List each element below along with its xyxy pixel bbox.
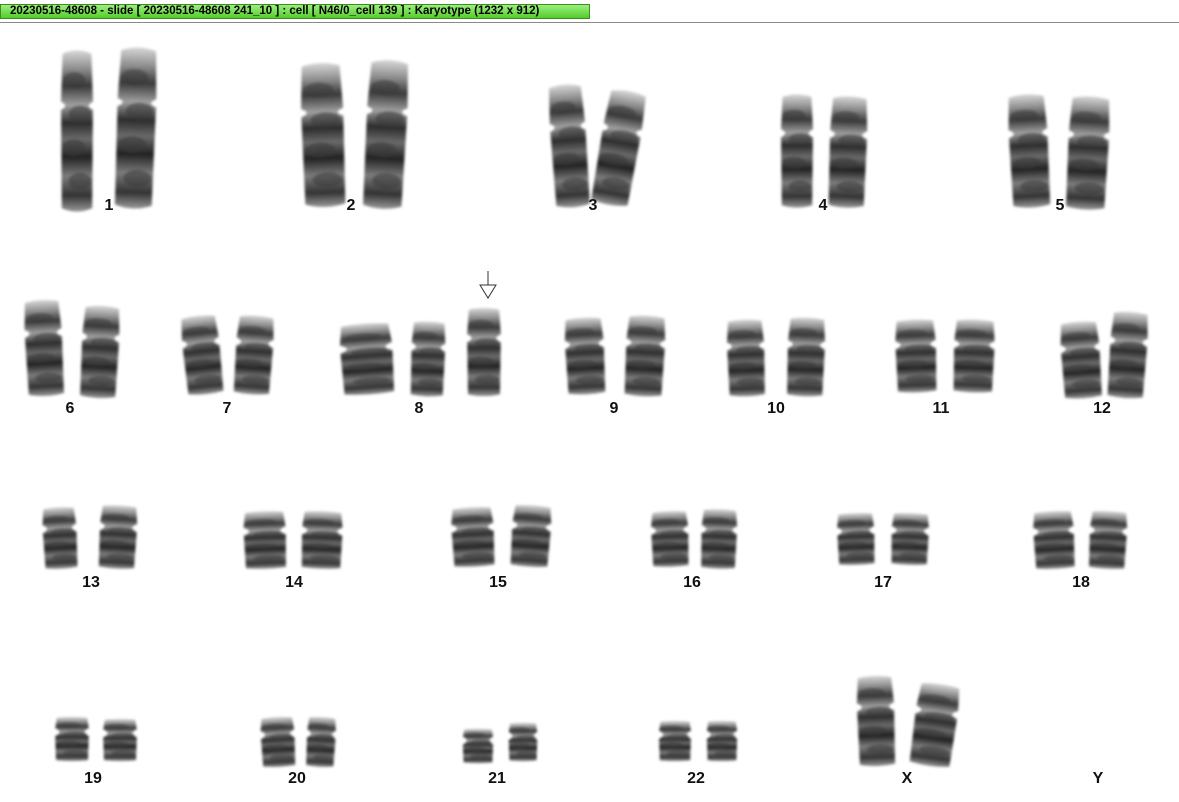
- chromosome-label-17: 17: [874, 574, 892, 591]
- chromosome-19-2[interactable]: [100, 718, 140, 762]
- chromosome-label-14: 14: [285, 574, 303, 591]
- chromosome-5-1[interactable]: [1003, 91, 1055, 211]
- chromosome-5-2[interactable]: [1061, 93, 1115, 213]
- chromosome-label-20: 20: [288, 770, 306, 787]
- chromosome-4-2[interactable]: [824, 93, 872, 210]
- chromosome-6-1[interactable]: [19, 297, 68, 399]
- chromosome-15-1[interactable]: [446, 505, 499, 570]
- chromosome-12-1[interactable]: [1055, 318, 1106, 401]
- chromosome-X-1[interactable]: [852, 673, 899, 768]
- chromosome-18-2[interactable]: [1084, 509, 1131, 571]
- chromosome-label-8: 8: [414, 400, 424, 417]
- chromosome-22-1[interactable]: [656, 720, 694, 762]
- chromosome-label-9: 9: [609, 400, 619, 417]
- chromosome-11-2[interactable]: [949, 317, 1000, 395]
- chromosome-3-2[interactable]: [586, 85, 652, 211]
- chromosome-label-2: 2: [346, 197, 356, 214]
- chromosome-14-1[interactable]: [239, 509, 291, 571]
- karyotype-canvas[interactable]: 1 2 3 4 5 6 7 8 9 10 11 12 13 14 15 16 17 18 19 20 21 22 X Y: [0, 22, 1179, 802]
- chromosome-9-1[interactable]: [560, 315, 610, 397]
- chromosome-17-2[interactable]: [887, 511, 933, 567]
- chromosome-4-1[interactable]: [778, 92, 816, 210]
- chromosome-1-1[interactable]: [58, 47, 96, 215]
- chromosome-18-1[interactable]: [1028, 509, 1079, 571]
- chromosome-14-2[interactable]: [297, 509, 347, 571]
- chromosome-9-2[interactable]: [620, 313, 670, 399]
- chromosome-16-2[interactable]: [697, 507, 741, 570]
- chromosome-10-1[interactable]: [723, 317, 770, 398]
- title-bar: 20230516-48608 - slide [ 20230516-48608 …: [0, 0, 1179, 23]
- chromosome-label-18: 18: [1072, 574, 1090, 591]
- chromosome-label-10: 10: [767, 400, 785, 417]
- chromosome-10-2[interactable]: [783, 315, 830, 398]
- chromosome-15-2[interactable]: [506, 502, 556, 569]
- chromosome-label-5: 5: [1055, 197, 1065, 214]
- chromosome-label-6: 6: [65, 400, 75, 417]
- chromosome-21-2[interactable]: [506, 722, 540, 762]
- chromosome-2-1[interactable]: [295, 59, 350, 211]
- chromosome-21-1[interactable]: [460, 728, 496, 764]
- chromosome-11-1[interactable]: [891, 317, 942, 395]
- chromosome-20-2[interactable]: [303, 715, 340, 769]
- chromosome-label-Y: Y: [1092, 770, 1104, 787]
- chromosome-label-7: 7: [222, 400, 232, 417]
- chromosome-8-2[interactable]: [407, 319, 450, 398]
- chromosome-1-2[interactable]: [110, 43, 162, 213]
- chromosome-label-11: 11: [932, 400, 950, 417]
- chromosome-label-13: 13: [82, 574, 100, 591]
- chromosome-17-1[interactable]: [833, 511, 879, 567]
- chromosome-7-2[interactable]: [229, 313, 279, 398]
- chromosome-label-15: 15: [489, 574, 507, 591]
- chromosome-label-19: 19: [84, 770, 102, 787]
- down-arrow-icon[interactable]: [478, 270, 498, 300]
- chromosome-12-2[interactable]: [1103, 309, 1153, 402]
- chromosome-label-21: 21: [488, 770, 506, 787]
- chromosome-label-16: 16: [683, 574, 701, 591]
- chromosome-20-1[interactable]: [257, 715, 300, 769]
- chromosome-2-2[interactable]: [358, 56, 414, 213]
- chromosome-7-1[interactable]: [176, 312, 228, 398]
- chromosome-6-2[interactable]: [76, 303, 125, 401]
- chromosome-8-1[interactable]: [333, 320, 400, 398]
- chromosome-16-1[interactable]: [647, 509, 693, 569]
- chromosome-label-4: 4: [818, 197, 828, 214]
- chromosome-label-3: 3: [588, 197, 598, 214]
- chromosome-label-22: 22: [687, 770, 705, 787]
- chromosome-label-12: 12: [1093, 400, 1111, 417]
- chromosome-13-1[interactable]: [38, 505, 81, 571]
- chromosome-19-1[interactable]: [52, 716, 92, 762]
- chromosome-label-1: 1: [104, 197, 114, 214]
- chromosome-8-3[interactable]: [464, 306, 504, 398]
- chromosome-22-2[interactable]: [704, 720, 740, 762]
- chromosome-X-2[interactable]: [904, 679, 965, 771]
- chromosome-13-2[interactable]: [94, 503, 141, 571]
- chromosome-label-X: X: [901, 770, 913, 787]
- window-title: 20230516-48608 - slide [ 20230516-48608 …: [0, 4, 590, 19]
